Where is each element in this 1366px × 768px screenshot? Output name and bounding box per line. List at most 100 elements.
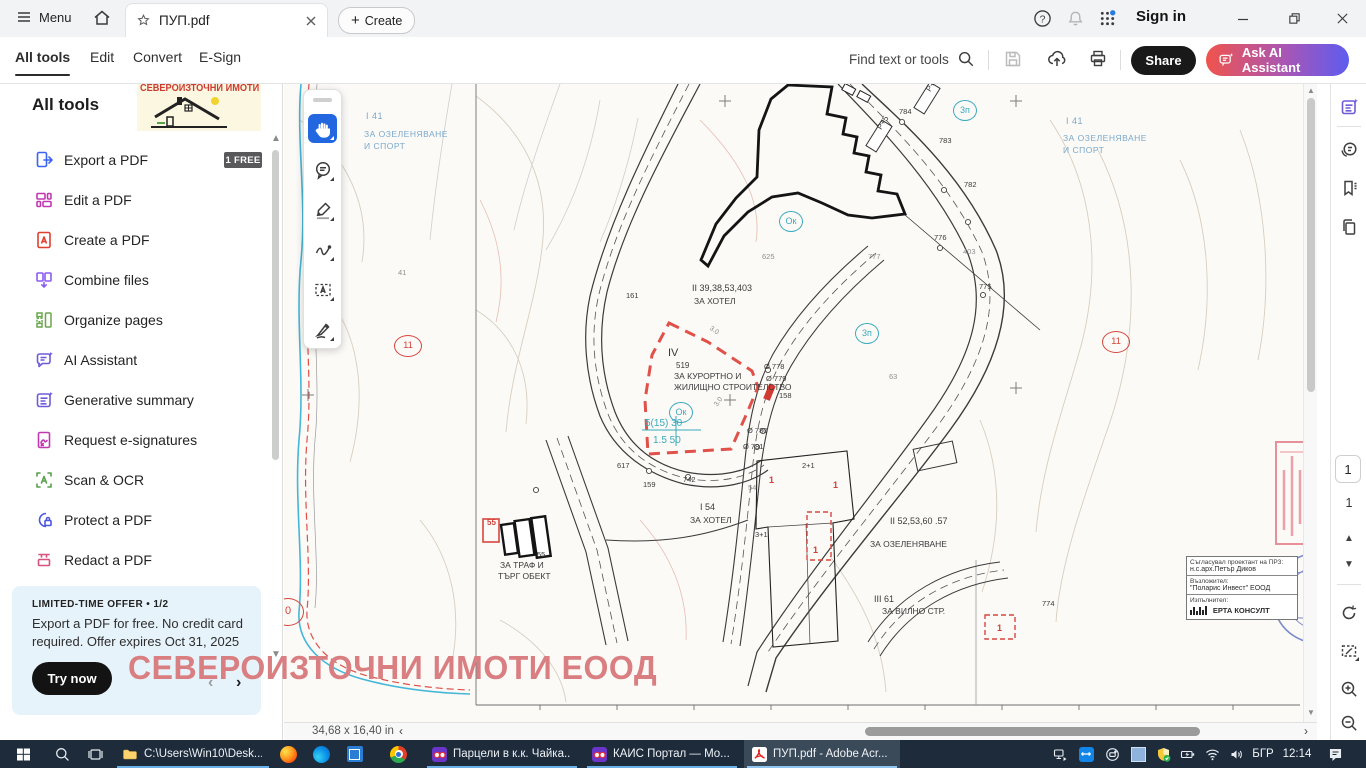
vertical-scrollbar[interactable]: ▲ ▼ (1303, 84, 1317, 722)
bell-icon (1066, 9, 1085, 28)
sidebar-item-export-pdf[interactable]: Export a PDF 1 FREE (0, 140, 272, 180)
tray-security-button[interactable] (1150, 740, 1176, 768)
window-close-button[interactable] (1318, 0, 1366, 37)
scroll-up-icon[interactable]: ▲ (1307, 86, 1315, 96)
start-button[interactable] (0, 740, 46, 768)
tab-close-icon[interactable] (305, 15, 317, 27)
apps-grid-button[interactable] (1098, 9, 1117, 28)
explorer-window-label: C:\Users\Win10\Desk... (144, 748, 262, 760)
offer-line2: required. Offer expires Oct 31, 2025 (32, 634, 239, 649)
windows-logo-icon (16, 747, 31, 762)
tab-all-tools[interactable]: All tools (15, 49, 70, 65)
save-button[interactable] (1003, 49, 1023, 69)
pdf-page-canvas[interactable]: I 41ЗА ОЗЕЛЕНЯВАНЕИ СПОРТI 41ЗА ОЗЕЛЕНЯВ… (284, 84, 1303, 722)
taskbar-firefox-button[interactable] (272, 740, 305, 768)
sidebar-item-ai-assistant[interactable]: AI Assistant (0, 340, 272, 380)
help-button[interactable]: ? (1033, 9, 1052, 28)
sidebar-all-tools: All tools СЕВЕРОИЗТОЧНИ ИМОТИ Export a P… (0, 84, 283, 740)
marquee-zoom-button[interactable] (1338, 640, 1360, 662)
fill-sign-tool-button[interactable] (308, 315, 337, 344)
window-minimize-button[interactable] (1219, 0, 1267, 37)
taskbar-search-button[interactable] (46, 740, 79, 768)
sidebar-item-generative-summary[interactable]: Generative summary (0, 380, 272, 420)
sidebar-item-request-esignatures[interactable]: Request e-signatures (0, 420, 272, 460)
tab-edit[interactable]: Edit (90, 49, 114, 65)
scroll-down-icon[interactable]: ▼ (1307, 708, 1315, 718)
page-thumbnails-panel-button[interactable] (1338, 216, 1360, 238)
sticky-note-tool-button[interactable] (308, 155, 337, 184)
sidebar-item-organize-pages[interactable]: Organize pages (0, 300, 272, 340)
tray-volume-button[interactable] (1224, 740, 1248, 768)
task-view-button[interactable] (79, 740, 112, 768)
upload-cloud-button[interactable] (1046, 48, 1068, 70)
clock[interactable]: 12:14 (1278, 740, 1316, 768)
sidebar-item-protect-pdf[interactable]: Protect a PDF (0, 500, 272, 540)
taskbar-edge-button[interactable] (305, 740, 338, 768)
language-indicator[interactable]: БГР (1248, 740, 1278, 768)
try-now-button[interactable]: Try now (32, 662, 112, 695)
find-placeholder: Find text or tools (849, 52, 949, 67)
menu-button[interactable]: Menu (16, 9, 72, 25)
sign-in-button[interactable]: Sign in (1136, 8, 1186, 25)
taskbar-chrome-button[interactable] (382, 740, 415, 768)
next-page-icon[interactable]: ▼ (1338, 554, 1360, 576)
restore-icon (1288, 12, 1301, 25)
action-center-button[interactable] (1320, 740, 1350, 768)
horizontal-scrollbar[interactable]: 34,68 x 16,40 in ‹ › (284, 722, 1317, 740)
draw-tool-button[interactable] (308, 235, 337, 264)
horizontal-scroll-thumb[interactable] (865, 727, 1200, 736)
ask-ai-assistant-button[interactable]: Ask AI Assistant (1206, 44, 1349, 76)
hand-tool-button[interactable] (308, 114, 337, 143)
tray-device-button[interactable] (1048, 740, 1072, 768)
map-drawing (284, 84, 1303, 722)
home-button[interactable] (92, 8, 112, 28)
create-button[interactable]: + Create (338, 7, 415, 34)
edit-pdf-icon (34, 190, 54, 210)
sidebar-item-scan-ocr[interactable]: Scan & OCR (0, 460, 272, 500)
scroll-left-icon[interactable]: ‹ (399, 724, 403, 738)
sidebar-scrollbar[interactable]: ▲ ▼ (271, 134, 281, 664)
taskbar-explorer-button[interactable]: C:\Users\Win10\Desk... (114, 740, 272, 768)
bookmarks-panel-button[interactable] (1338, 177, 1360, 199)
tray-wifi-button[interactable] (1200, 740, 1224, 768)
tray-battery-button[interactable] (1176, 740, 1200, 768)
rotate-icon (1339, 603, 1359, 623)
scroll-up-icon[interactable]: ▲ (271, 134, 281, 144)
quick-tools-panel (303, 89, 342, 349)
window-restore-button[interactable] (1270, 0, 1318, 37)
previous-page-icon[interactable]: ▲ (1338, 528, 1360, 550)
sidebar-scroll-thumb[interactable] (272, 150, 279, 460)
sidebar-item-edit-pdf[interactable]: Edit a PDF (0, 180, 272, 220)
notifications-button[interactable] (1066, 9, 1085, 28)
document-tab[interactable]: ПУП.pdf (125, 3, 328, 37)
share-button[interactable]: Share (1131, 46, 1196, 75)
scroll-right-icon[interactable]: › (1304, 724, 1308, 738)
tab-convert[interactable]: Convert (133, 49, 182, 65)
taskbar-window-kais-parcels[interactable]: Парцели в к.к. Чайка... (424, 740, 580, 768)
comments-panel-button[interactable] (1338, 139, 1360, 161)
panel-drag-handle[interactable] (313, 98, 332, 102)
protect-pdf-icon (34, 510, 54, 530)
tray-recorder-button[interactable] (1100, 740, 1124, 768)
sidebar-item-redact-pdf[interactable]: Redact a PDF (0, 540, 272, 580)
print-button[interactable] (1088, 49, 1108, 69)
zoom-in-button[interactable] (1338, 678, 1360, 700)
tray-teamviewer-button[interactable] (1074, 740, 1098, 768)
zoom-out-button[interactable] (1338, 712, 1360, 734)
taskbar-photos-button[interactable] (338, 740, 371, 768)
highlight-tool-button[interactable] (308, 195, 337, 224)
generative-summary-panel-button[interactable] (1338, 96, 1360, 118)
taskbar-window-acrobat[interactable]: ПУП.pdf - Adobe Acr... (744, 740, 900, 768)
vertical-scroll-thumb[interactable] (1307, 98, 1315, 392)
add-text-tool-button[interactable] (308, 275, 337, 304)
sidebar-item-create-pdf[interactable]: Create a PDF (0, 220, 272, 260)
rotate-page-button[interactable] (1338, 602, 1360, 624)
export-pdf-icon (34, 150, 54, 170)
page-number-input[interactable] (1335, 455, 1361, 483)
find-input[interactable]: Find text or tools (849, 50, 975, 68)
tray-display-button[interactable] (1126, 740, 1150, 768)
sidebar-item-combine-files[interactable]: Combine files (0, 260, 272, 300)
tab-esign[interactable]: E-Sign (199, 49, 241, 65)
taskbar-window-kais-portal[interactable]: КАИС Портал — Мо... (584, 740, 740, 768)
folder-icon (122, 747, 138, 761)
